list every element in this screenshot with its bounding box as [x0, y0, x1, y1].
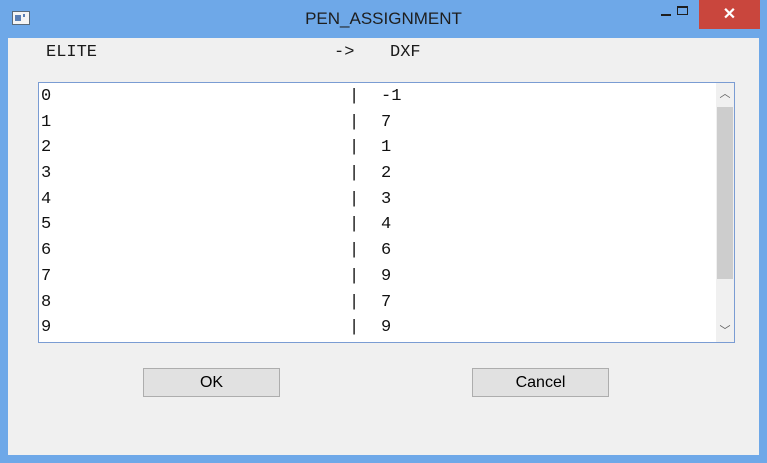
list-item[interactable]: 1 | 7 [39, 112, 709, 138]
cancel-button[interactable]: Cancel [472, 368, 609, 397]
column-separator: | [349, 87, 360, 106]
list-item[interactable]: 4 | 3 [39, 189, 709, 215]
dxf-pen-value: 2 [381, 164, 392, 184]
elite-pen-value: 5 [41, 215, 52, 235]
list-item[interactable]: 6 | 6 [39, 240, 709, 266]
close-button[interactable]: ✕ [699, 0, 760, 29]
elite-pen-value: 9 [41, 318, 52, 338]
column-separator: | [349, 215, 360, 235]
dialog-window: PEN_ASSIGNMENT ✕ ELITE -> DXF 0 | -1 1 | 7 2 | 1… [0, 0, 767, 463]
column-separator: | [349, 112, 360, 132]
ok-button[interactable]: OK [143, 368, 280, 397]
dxf-pen-value: 7 [381, 112, 392, 132]
elite-pen-value: 7 [41, 266, 52, 286]
scroll-down-icon[interactable]: ﹀ [716, 320, 734, 342]
dxf-pen-value: 7 [381, 292, 392, 312]
dxf-pen-value: 9 [381, 266, 392, 286]
elite-pen-value: 6 [41, 241, 52, 261]
list-item[interactable]: 0 | -1 [39, 86, 709, 112]
pen-mapping-list[interactable]: 0 | -1 1 | 7 2 | 1 3 | 2 4 | 3 5 | 4 6 | 6 7 | 9 8 | 7 9 | 9 ︿ ﹀ [38, 82, 735, 343]
dxf-column-header: DXF [390, 43, 421, 62]
list-item[interactable]: 3 | 2 [39, 163, 709, 189]
list-item[interactable]: 5 | 4 [39, 214, 709, 240]
dxf-pen-value: 9 [381, 318, 392, 338]
elite-pen-value: 0 [41, 87, 52, 106]
column-separator: | [349, 241, 360, 261]
column-separator: | [349, 318, 360, 338]
close-icon: ✕ [722, 6, 737, 23]
elite-pen-value: 4 [41, 189, 52, 209]
list-item[interactable]: 2 | 1 [39, 137, 709, 163]
title-bar[interactable]: PEN_ASSIGNMENT ✕ [0, 0, 767, 38]
scroll-up-icon[interactable]: ︿ [716, 83, 734, 105]
list-item[interactable]: 7 | 9 [39, 266, 709, 292]
dxf-pen-value: 3 [381, 189, 392, 209]
vertical-scrollbar[interactable]: ︿ ﹀ [716, 83, 734, 342]
elite-pen-value: 8 [41, 292, 52, 312]
elite-column-header: ELITE [46, 43, 98, 62]
list-item[interactable]: 8 | 7 [39, 292, 709, 318]
maximize-icon [677, 6, 688, 15]
maximize-button[interactable] [666, 0, 700, 27]
dxf-pen-value: 1 [381, 138, 392, 158]
column-separator: | [349, 292, 360, 312]
dxf-pen-value: -1 [381, 87, 402, 106]
column-separator: | [349, 266, 360, 286]
dxf-pen-value: 4 [381, 215, 392, 235]
elite-pen-value: 3 [41, 164, 52, 184]
elite-pen-value: 1 [41, 112, 52, 132]
arrow-label: -> [334, 43, 355, 62]
pen-mapping-rows: 0 | -1 1 | 7 2 | 1 3 | 2 4 | 3 5 | 4 6 | 6 7 | 9 8 | 7 9 | 9 [39, 86, 709, 342]
column-separator: | [349, 138, 360, 158]
scroll-thumb[interactable] [717, 107, 733, 279]
elite-pen-value: 2 [41, 138, 52, 158]
column-separator: | [349, 189, 360, 209]
dxf-pen-value: 6 [381, 241, 392, 261]
column-separator: | [349, 164, 360, 184]
list-item[interactable]: 9 | 9 [39, 317, 709, 342]
